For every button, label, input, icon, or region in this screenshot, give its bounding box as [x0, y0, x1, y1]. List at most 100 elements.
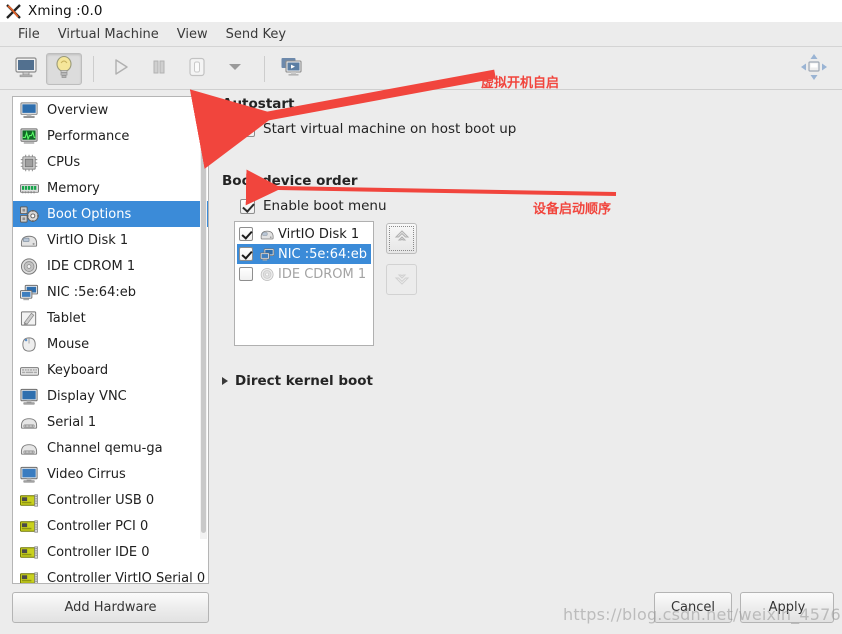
boot-device-checkbox[interactable] — [239, 267, 253, 281]
add-hardware-button[interactable]: Add Hardware — [12, 592, 209, 623]
sidebar-item-label: Channel qemu-ga — [47, 440, 163, 456]
sidebar-item-overview[interactable]: Overview — [13, 97, 208, 123]
play-run-icon — [111, 57, 131, 81]
memory-ram-icon — [18, 178, 40, 198]
boot-device-label: NIC :5e:64:eb — [278, 246, 367, 262]
sidebar-item-label: NIC :5e:64:eb — [47, 284, 136, 300]
arrow-down-icon — [393, 269, 411, 291]
cancel-button[interactable]: Cancel — [654, 592, 732, 623]
snapshots-icon — [280, 56, 304, 82]
sidebar-item-tablet[interactable]: Tablet — [13, 305, 208, 331]
harddisk-icon — [258, 226, 276, 242]
details-button[interactable] — [46, 52, 82, 85]
controller-card-icon — [18, 542, 40, 562]
sidebar-item-boot-options[interactable]: Boot Options — [13, 201, 208, 227]
shutdown-button[interactable] — [179, 53, 215, 85]
sidebar-item-controller-virtio-serial-0[interactable]: Controller VirtIO Serial 0 — [13, 565, 208, 583]
shutdown-icon — [186, 56, 208, 82]
tablet-pen-icon — [18, 308, 40, 328]
sidebar-item-controller-pci-0[interactable]: Controller PCI 0 — [13, 513, 208, 539]
direct-kernel-boot-expander[interactable]: Direct kernel boot — [222, 373, 832, 389]
autostart-checkbox-row[interactable]: Start virtual machine on host boot up — [240, 121, 832, 137]
run-button[interactable] — [103, 53, 139, 85]
sidebar-item-controller-usb-0[interactable]: Controller USB 0 — [13, 487, 208, 513]
sidebar-item-performance[interactable]: Performance — [13, 123, 208, 149]
hardware-list-scrollbar[interactable] — [200, 99, 207, 539]
sidebar-item-virtio-disk-1[interactable]: VirtIO Disk 1 — [13, 227, 208, 253]
controller-card-icon — [18, 490, 40, 510]
boot-device-label: IDE CDROM 1 — [278, 266, 367, 282]
menu-bar: File Virtual Machine View Send Key — [0, 22, 842, 47]
keyboard-icon — [18, 360, 40, 380]
harddisk-icon — [18, 230, 40, 250]
sidebar-item-keyboard[interactable]: Keyboard — [13, 357, 208, 383]
sidebar-item-display-vnc[interactable]: Display VNC — [13, 383, 208, 409]
arrow-up-icon — [393, 228, 411, 250]
hardware-list-scroll[interactable]: Overview Performance CPUs Memory Boot Option… — [13, 97, 208, 583]
snapshots-button[interactable] — [274, 53, 310, 85]
sidebar-item-label: Video Cirrus — [47, 466, 126, 482]
boot-device-row[interactable]: NIC :5e:64:eb — [237, 244, 371, 264]
sidebar-item-label: Boot Options — [47, 206, 132, 222]
sidebar-item-label: IDE CDROM 1 — [47, 258, 136, 274]
apply-button[interactable]: Apply — [740, 592, 834, 623]
sidebar-item-mouse[interactable]: Mouse — [13, 331, 208, 357]
sidebar-item-label: Keyboard — [47, 362, 109, 378]
sidebar-item-channel-qemu-ga[interactable]: Channel qemu-ga — [13, 435, 208, 461]
toolbar-separator-2 — [264, 55, 265, 82]
controller-card-icon — [18, 568, 40, 583]
sidebar-item-cpus[interactable]: CPUs — [13, 149, 208, 175]
video-card-icon — [18, 464, 40, 484]
shutdown-dropdown-button[interactable] — [217, 53, 253, 85]
cancel-label: Cancel — [670, 600, 716, 615]
move-up-button[interactable] — [386, 223, 417, 254]
sidebar-item-label: Controller IDE 0 — [47, 544, 150, 560]
title-bar: Xming :0.0 — [0, 0, 842, 22]
sidebar-item-label: Controller USB 0 — [47, 492, 155, 508]
boot-device-order-title: Boot device order — [222, 173, 358, 189]
network-card-icon — [258, 246, 276, 262]
sidebar-item-serial-1[interactable]: Serial 1 — [13, 409, 208, 435]
sidebar-item-label: Display VNC — [47, 388, 127, 404]
direct-kernel-boot-label: Direct kernel boot — [235, 373, 373, 389]
enable-boot-menu-checkbox[interactable] — [240, 198, 255, 214]
autostart-title: Autostart — [222, 96, 295, 112]
sidebar-item-video-cirrus[interactable]: Video Cirrus — [13, 461, 208, 487]
sidebar-item-label: Performance — [47, 128, 130, 144]
hardware-list[interactable]: Overview Performance CPUs Memory Boot Option… — [12, 96, 209, 584]
enable-boot-menu-row[interactable]: Enable boot menu — [240, 198, 832, 214]
autostart-checkbox[interactable] — [240, 121, 255, 137]
cdrom-disc-icon — [258, 266, 276, 282]
boot-options-panel: Autostart Start virtual machine on host … — [222, 96, 832, 584]
sidebar-item-label: VirtIO Disk 1 — [47, 232, 129, 248]
fullscreen-button[interactable] — [796, 53, 832, 85]
move-down-button[interactable] — [386, 264, 417, 295]
pause-button[interactable] — [141, 53, 177, 85]
controller-card-icon — [18, 516, 40, 536]
menu-virtual-machine[interactable]: Virtual Machine — [49, 25, 168, 44]
mouse-icon — [18, 334, 40, 354]
boot-device-row[interactable]: IDE CDROM 1 — [237, 264, 371, 284]
boot-device-checkbox[interactable] — [239, 247, 253, 261]
boot-device-list[interactable]: VirtIO Disk 1 NIC :5e:64:eb IDE CDROM 1 — [234, 221, 374, 346]
network-card-icon — [18, 282, 40, 302]
sidebar-item-label: CPUs — [47, 154, 81, 170]
apply-label: Apply — [768, 600, 806, 615]
boot-order-arrows — [386, 221, 417, 346]
menu-send-key[interactable]: Send Key — [217, 25, 295, 44]
boot-device-row[interactable]: VirtIO Disk 1 — [237, 224, 371, 244]
sidebar-item-controller-ide-0[interactable]: Controller IDE 0 — [13, 539, 208, 565]
cdrom-disc-icon — [18, 256, 40, 276]
boot-device-checkbox[interactable] — [239, 227, 253, 241]
menu-view[interactable]: View — [168, 25, 217, 44]
hardware-list-scroll-thumb[interactable] — [201, 99, 206, 533]
pause-icon — [150, 58, 168, 80]
menu-file[interactable]: File — [9, 25, 49, 44]
cpu-chip-icon — [18, 152, 40, 172]
sidebar-item-ide-cdrom-1[interactable]: IDE CDROM 1 — [13, 253, 208, 279]
sidebar-item-label: Overview — [47, 102, 109, 118]
boot-device-label: VirtIO Disk 1 — [278, 226, 360, 242]
sidebar-item-memory[interactable]: Memory — [13, 175, 208, 201]
sidebar-item-nic-5e-64-eb[interactable]: NIC :5e:64:eb — [13, 279, 208, 305]
monitor-console-button[interactable] — [8, 53, 44, 85]
